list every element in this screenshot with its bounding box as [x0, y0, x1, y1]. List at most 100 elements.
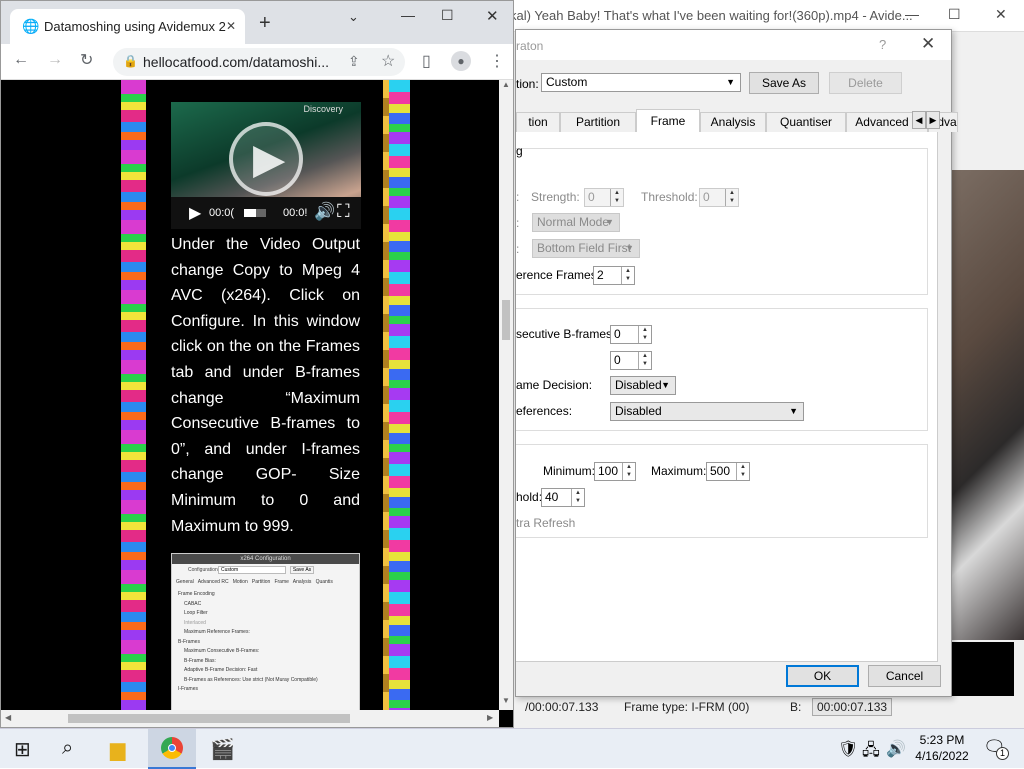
chrome-taskbar-button[interactable]: [148, 729, 196, 769]
profile-avatar-icon[interactable]: ●: [451, 51, 471, 71]
avidemux-statusbar: /00:00:07.133 Frame type: I-FRM (00) B: …: [505, 696, 1024, 720]
screenshot-frame-encoding: Frame Encoding: [178, 591, 215, 597]
side-panel-icon[interactable]: ▯: [422, 51, 431, 71]
field-order-select[interactable]: Bottom Field First ▼: [532, 239, 640, 258]
play-overlay-button[interactable]: ▶: [229, 122, 303, 196]
fullscreen-icon[interactable]: ⛶: [337, 201, 350, 222]
chevron-down-icon: ▼: [605, 217, 614, 227]
configuration-select[interactable]: Custom ▼: [541, 73, 741, 92]
volume-icon[interactable]: 🔊: [314, 202, 335, 222]
vertical-scroll-thumb[interactable]: [502, 300, 510, 340]
tab-scroll-left-icon[interactable]: ◀: [912, 111, 926, 129]
tab-partition[interactable]: Partition: [560, 112, 636, 132]
strength-spinbox[interactable]: 0 ▲ ▼: [584, 188, 624, 207]
play-icon: ▶: [253, 135, 286, 182]
frame-encoding-heading: g: [516, 144, 523, 158]
interlace-mode-select[interactable]: Normal Mode ▼: [532, 213, 620, 232]
scroll-down-icon[interactable]: ▼: [502, 696, 510, 705]
video-progress-bar[interactable]: [244, 209, 266, 217]
maximize-icon[interactable]: ☐: [948, 6, 961, 23]
b-time-field[interactable]: 00:00:07.133: [812, 698, 893, 716]
search-icon[interactable]: ⌕: [62, 737, 73, 760]
ok-button[interactable]: OK: [786, 665, 859, 687]
bookmark-star-icon[interactable]: ☆: [381, 51, 395, 71]
adaptive-bframe-decision-select[interactable]: Disabled ▼: [610, 376, 676, 395]
browser-tab[interactable]: 🌐 Datamoshing using Avidemux 2 ✕: [10, 9, 245, 44]
help-icon[interactable]: ?: [879, 37, 886, 52]
notification-badge: 1: [996, 747, 1009, 760]
intra-refresh-checkbox[interactable]: tra Refresh: [516, 516, 575, 530]
delete-button[interactable]: Delete: [829, 72, 902, 94]
close-icon[interactable]: ✕: [995, 6, 1007, 23]
tab-quantiser[interactable]: Quantiser: [766, 112, 846, 132]
tab-analysis[interactable]: Analysis: [700, 112, 766, 132]
max-consecutive-bframes-spinbox[interactable]: 0 ▲ ▼: [610, 325, 652, 344]
screenshot-bframe-bias: B-Frame Bias:: [184, 657, 216, 664]
avidemux-title: kal) Yeah Baby! That's what I've been wa…: [510, 8, 913, 23]
minimize-icon[interactable]: —: [401, 7, 415, 23]
spin-arrows-icon: ▲ ▼: [638, 352, 651, 369]
volume-icon[interactable]: 🔊: [886, 739, 906, 759]
security-shield-icon[interactable]: 🛡: [838, 739, 858, 759]
address-bar[interactable]: 🔒 hellocatfood.com/datamoshi... ⇪ ☆: [113, 48, 405, 76]
article-paragraph: Under the Video Output change Copy to Mp…: [171, 236, 360, 535]
adaptive-bframe-decision-label: ame Decision:: [516, 378, 593, 392]
bframe-bias-spinbox[interactable]: 0 ▲ ▼: [610, 351, 652, 370]
new-tab-icon[interactable]: +: [259, 13, 271, 33]
bframes-as-references-select[interactable]: Disabled ▼: [610, 402, 804, 421]
chrome-tabstrip: 🌐 Datamoshing using Avidemux 2 ✕ + ⌄ — ☐…: [1, 1, 513, 44]
tab-frame[interactable]: Frame: [636, 109, 700, 133]
scroll-left-icon[interactable]: ◀: [5, 713, 11, 722]
screenshot-interlaced: Interlaced: [184, 619, 206, 626]
chevron-down-icon: ▼: [726, 77, 735, 87]
video-controls: ▶ 00:0( 00:0! 🔊 ⛶: [171, 197, 361, 229]
avidemux-clapper-icon[interactable]: 🎬: [210, 737, 235, 762]
strength-value: 0: [588, 190, 595, 204]
globe-icon: 🌐: [22, 18, 40, 34]
network-icon[interactable]: 🖧: [862, 739, 880, 766]
tab-general[interactable]: tion: [516, 112, 560, 132]
play-icon[interactable]: ▶: [189, 203, 201, 223]
windows-start-icon[interactable]: ⊞: [14, 737, 31, 762]
scenecut-threshold-spinbox[interactable]: 40 ▲ ▼: [541, 488, 585, 507]
tab-search-icon[interactable]: ⌄: [348, 9, 359, 25]
threshold-value: 0: [703, 190, 710, 204]
reference-frames-label: erence Frames:: [516, 268, 601, 282]
scroll-right-icon[interactable]: ▶: [487, 713, 493, 722]
close-icon[interactable]: ✕: [486, 7, 499, 25]
screenshot-max-ref: Maximum Reference Frames:: [184, 629, 250, 635]
scroll-up-icon[interactable]: ▲: [502, 80, 510, 89]
vertical-scrollbar[interactable]: ▲ ▼: [499, 80, 513, 710]
more-menu-icon[interactable]: ⋮: [489, 51, 505, 71]
chevron-down-icon: ▼: [661, 380, 670, 390]
clock-date[interactable]: 4/16/2022: [911, 749, 973, 763]
url-text: hellocatfood.com/datamoshi...: [143, 54, 329, 70]
frame-type: Frame type: I-FRM (00): [624, 700, 750, 714]
chrome-window: 🌐 Datamoshing using Avidemux 2 ✕ + ⌄ — ☐…: [0, 0, 514, 728]
share-icon[interactable]: ⇪: [348, 53, 360, 70]
clock-time[interactable]: 5:23 PM: [917, 733, 967, 747]
back-icon[interactable]: ←: [13, 51, 29, 69]
save-as-button[interactable]: Save As: [749, 72, 819, 94]
screenshot-as-ref-value: Use strict (Not Muray Compatible): [242, 676, 318, 683]
reload-icon[interactable]: ↻: [80, 50, 93, 70]
gop-minimum-spinbox[interactable]: 100 ▲ ▼: [594, 462, 636, 481]
tab-close-icon[interactable]: ✕: [226, 19, 236, 33]
forward-icon[interactable]: →: [47, 51, 63, 69]
gop-maximum-spinbox[interactable]: 500 ▲ ▼: [706, 462, 750, 481]
strength-label: Strength:: [531, 190, 580, 204]
screenshot-max-consec: Maximum Consecutive B-Frames:: [184, 648, 260, 654]
horizontal-scroll-thumb[interactable]: [68, 714, 350, 723]
dialog-close-icon[interactable]: ✕: [921, 34, 935, 54]
spin-arrows-icon: ▲ ▼: [622, 463, 635, 480]
minimize-icon[interactable]: —: [905, 6, 919, 22]
maximize-icon[interactable]: ☐: [441, 7, 454, 24]
cancel-button[interactable]: Cancel: [868, 665, 941, 687]
horizontal-scrollbar[interactable]: ◀ ▶: [1, 710, 499, 727]
threshold-spinbox[interactable]: 0 ▲ ▼: [699, 188, 739, 207]
tab-scroll-right-icon[interactable]: ▶: [926, 111, 940, 129]
reference-frames-spinbox[interactable]: 2 ▲ ▼: [593, 266, 635, 285]
configuration-label: tion:: [516, 77, 539, 91]
file-explorer-icon[interactable]: ▆: [110, 737, 125, 762]
configuration-value: Custom: [546, 75, 588, 89]
